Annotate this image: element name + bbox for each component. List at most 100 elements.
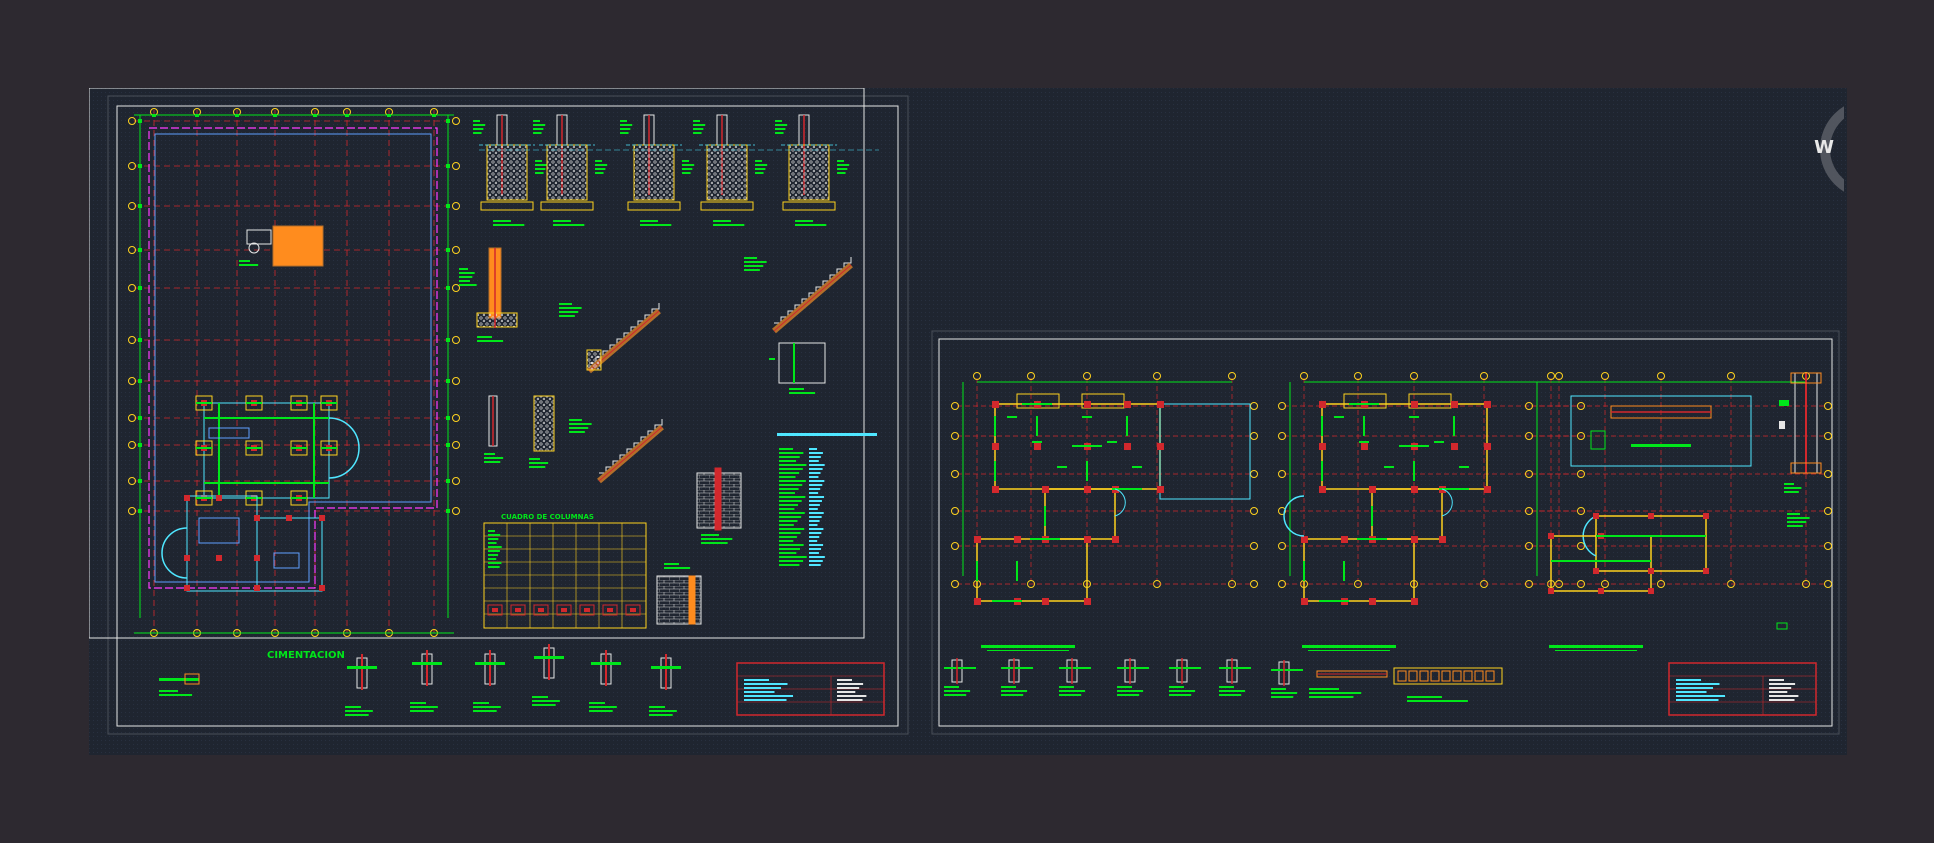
annotation-text [682,172,691,174]
annotation-text [779,564,800,566]
annotation-text [779,452,804,454]
annotation-text [1169,686,1184,688]
annotation-text [744,691,775,693]
annotation-text [239,260,250,262]
slab-label [1334,416,1344,418]
dim-tick [138,509,142,513]
annotation-text [535,160,542,162]
annotation-text [1676,687,1713,689]
cad-rect [987,650,1069,651]
annotation-text [1117,690,1144,692]
column [1598,588,1604,594]
annotation-text [795,224,827,226]
annotation-text [779,480,806,482]
column [992,401,999,408]
annotation-text [473,120,480,122]
cad-rect [1308,650,1390,651]
annotation-text [1407,696,1442,698]
annotation-text [809,552,819,554]
annotation-text [473,132,482,134]
annotation-text [410,706,438,708]
annotation-text [535,172,544,174]
annotation-text [459,280,470,282]
annotation-text [595,160,602,162]
annotation-text [1001,690,1028,692]
annotation-text [809,540,818,542]
annotation-text [620,128,631,130]
annotation-text [1169,694,1192,696]
cad-viewport[interactable]: CIMENTACION CUADRO DE COLUMNAS W [0,0,1934,843]
annotation-text [595,164,608,166]
annotation-text [532,700,560,702]
column [1369,598,1376,605]
annotation-text [744,687,781,689]
annotation-text [459,276,473,278]
annotation-text [809,536,820,538]
annotation-text [744,257,757,259]
column [1703,513,1709,519]
annotation-text [533,120,540,122]
annotation-text [809,500,822,502]
annotation-text [809,528,824,530]
annotation-text [473,128,484,130]
annotation-text [535,164,548,166]
annotation-text [1309,692,1362,694]
viewcube-west-label[interactable]: W [1814,137,1834,158]
dim-tick [138,338,142,342]
annotation-text [809,484,823,486]
annotation-text [664,567,691,569]
annotation-text [837,164,850,166]
dim-tick [273,114,277,117]
annotation-text [779,528,805,530]
beam-rebar [651,666,681,669]
annotation-text [779,500,802,502]
annotation-text [459,268,468,270]
annotation-text [779,448,793,450]
annotation-text [744,683,788,685]
annotation-text [488,530,495,532]
annotation-text [1001,694,1024,696]
tie-column [688,575,696,625]
pipe-detail [159,678,199,681]
column [1369,486,1376,493]
dim-tick [446,379,450,383]
annotation-text [488,562,502,564]
annotation-text [1676,699,1719,701]
annotation-text [701,542,728,544]
annotation-text [1784,487,1802,489]
slab-label [1082,416,1092,418]
viewcube-compass[interactable]: W [1814,95,1844,205]
annotation-text [1309,696,1354,698]
annotation-text [1787,517,1810,519]
model-space-canvas[interactable]: CIMENTACION CUADRO DE COLUMNAS [89,88,1847,755]
column [184,585,190,591]
cistern-detail [272,225,324,267]
dim-tick [446,204,450,208]
cad-rect [584,608,590,612]
annotation-text [789,392,816,394]
column [1484,486,1491,493]
column [1648,568,1654,574]
column [1084,486,1091,493]
dim-tick [235,114,239,117]
dim-tick [138,164,142,168]
annotation-text [779,520,798,522]
column [1084,401,1091,408]
annotation-text [533,124,546,126]
column [1157,486,1164,493]
annotation-text [569,431,585,433]
annotation-text [473,706,501,708]
annotation-text [779,476,796,478]
annotation-text [620,120,627,122]
column [1157,443,1164,450]
column [1411,486,1418,493]
dim-tick [345,114,349,117]
cad-rect [538,608,544,612]
annotation-text [775,120,782,122]
annotation-text [779,560,804,562]
annotation-text [837,172,846,174]
annotation-text [837,691,856,693]
dim-tick [313,114,317,117]
cad-rect [1631,444,1691,447]
annotation-text [559,303,572,305]
